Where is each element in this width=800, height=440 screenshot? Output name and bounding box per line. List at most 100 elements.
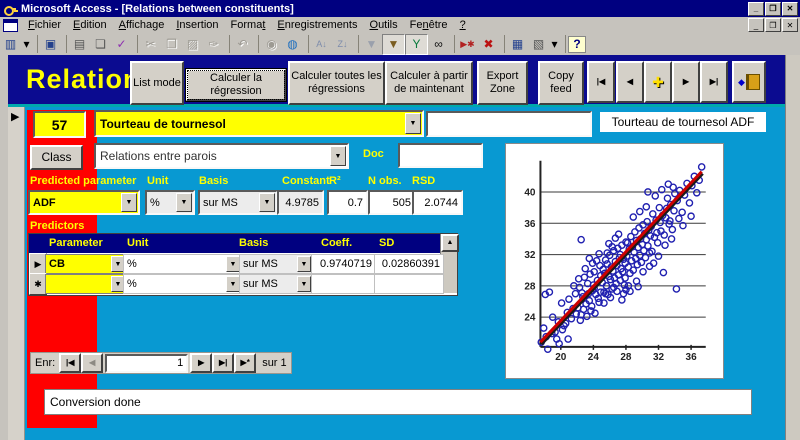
svg-text:28: 28: [620, 352, 632, 363]
mdi-minimize-button[interactable]: _: [748, 18, 764, 32]
doc-field[interactable]: [398, 143, 483, 168]
undo-button: ↶: [232, 35, 253, 54]
empty-text-field[interactable]: [426, 111, 592, 137]
export-zone-button[interactable]: Export Zone: [477, 61, 528, 105]
last-record-button[interactable]: ▶|: [700, 61, 728, 103]
restore-button[interactable]: ❐: [765, 2, 781, 16]
minimize-button[interactable]: _: [748, 2, 764, 16]
predictor-unit-combobox[interactable]: % ▼: [123, 254, 242, 274]
scrollbar-up-icon[interactable]: ▲: [441, 234, 459, 252]
predicted-basis-dropdown-icon[interactable]: ▼: [259, 193, 275, 212]
sort-asc-button[interactable]: A↓: [311, 35, 332, 54]
predicted-unit-dropdown-icon[interactable]: ▼: [176, 193, 192, 212]
rsd-field[interactable]: 2.0744: [412, 190, 463, 215]
print-button[interactable]: ▤: [69, 35, 90, 54]
feed-dropdown-icon[interactable]: ▼: [405, 113, 421, 134]
predicted-parameter-combobox[interactable]: ADF ▼: [28, 190, 140, 215]
menu-fichier[interactable]: Fichier: [22, 18, 67, 32]
print-preview-button[interactable]: ❏: [90, 35, 111, 54]
predictor-unit-dropdown-icon[interactable]: ▼: [226, 276, 240, 292]
relation-type-dropdown-icon[interactable]: ▼: [330, 146, 346, 166]
predictor-coeff-field[interactable]: [311, 274, 376, 294]
menu-outils[interactable]: Outils: [364, 18, 404, 32]
menu-enregistrements[interactable]: Enregistrements: [271, 18, 363, 32]
close-button[interactable]: ✕: [782, 2, 798, 16]
sort-desc-button[interactable]: Z↓: [332, 35, 353, 54]
form-system-icon[interactable]: [3, 19, 18, 32]
new-object-dropdown[interactable]: ▾: [549, 35, 560, 54]
predictor-sd-field[interactable]: 0.02860391: [374, 254, 444, 274]
recnav-next-button[interactable]: ▶: [190, 353, 212, 373]
find-button[interactable]: ∞: [428, 35, 449, 54]
save-button[interactable]: ▣: [40, 35, 61, 54]
menu-fentre[interactable]: Fenêtre: [404, 18, 454, 32]
nobs-field[interactable]: 505: [368, 190, 416, 215]
filter-by-form-button[interactable]: ▼: [382, 34, 405, 55]
calc-all-regressions-button[interactable]: Calculer toutes les régressions: [288, 61, 385, 105]
predictor-basis-combobox[interactable]: sur MS ▼: [239, 274, 313, 294]
recnav-current-record-input[interactable]: 1: [105, 354, 188, 373]
predictor-parameter-combobox[interactable]: CB ▼: [45, 254, 127, 274]
predictor-unit-combobox[interactable]: % ▼: [123, 274, 242, 294]
filter-by-selection-button[interactable]: ▼: [361, 35, 382, 54]
vertical-scrollbar[interactable]: [785, 55, 800, 440]
doc-label: Doc: [363, 148, 384, 160]
recnav-last-button[interactable]: ▶|: [212, 353, 234, 373]
apply-filter-button[interactable]: Y: [405, 34, 428, 55]
menu-format[interactable]: Format: [225, 18, 272, 32]
class-button[interactable]: Class: [30, 145, 83, 170]
new-record-header-button[interactable]: ✚: [644, 61, 672, 103]
menu-bar: FichierEditionAffichageInsertionFormatEn…: [0, 17, 800, 34]
r2-field[interactable]: 0.7: [327, 190, 368, 215]
recnav-first-button[interactable]: |◀: [59, 353, 81, 373]
menu-insertion[interactable]: Insertion: [170, 18, 224, 32]
spelling-button[interactable]: ✓: [111, 35, 132, 54]
calc-from-now-button[interactable]: Calculer à partir de maintenant: [385, 61, 473, 105]
predictor-basis-combobox[interactable]: sur MS ▼: [239, 254, 313, 274]
web-toolbar-button[interactable]: ◍: [282, 35, 303, 54]
predicted-parameter-dropdown-icon[interactable]: ▼: [121, 193, 137, 212]
delete-record-button[interactable]: ✖: [478, 35, 499, 54]
constant-label: Constant: [282, 175, 330, 187]
mdi-close-button[interactable]: ✕: [782, 18, 798, 32]
record-id-field[interactable]: 57: [33, 111, 86, 138]
new-object-button[interactable]: ▧: [528, 35, 549, 54]
exit-button[interactable]: ◆: [732, 61, 766, 103]
feed-combobox[interactable]: Tourteau de tournesol ▼: [94, 110, 424, 137]
next-record-button[interactable]: ▶: [672, 61, 700, 103]
menu-?[interactable]: ?: [454, 18, 472, 32]
relation-type-combobox[interactable]: Relations entre parois ▼: [94, 143, 349, 169]
previous-record-button[interactable]: ◀: [616, 61, 644, 103]
unit-label: Unit: [147, 175, 168, 187]
relation-name-box: Tourteau de tournesol ADF: [600, 112, 766, 132]
calc-regression-button[interactable]: Calculer la régression: [186, 69, 286, 101]
predictor-coeff-field[interactable]: 0.9740719: [311, 254, 376, 274]
predictor-unit-dropdown-icon[interactable]: ▼: [226, 256, 240, 272]
constant-field[interactable]: 4.9785: [277, 190, 324, 215]
predictor-basis-dropdown-icon[interactable]: ▼: [297, 256, 311, 272]
predicted-unit-combobox[interactable]: % ▼: [145, 190, 195, 215]
list-mode-button[interactable]: List mode: [130, 61, 184, 105]
recnav-new-button[interactable]: ▶*: [234, 353, 256, 373]
predictor-sd-field[interactable]: [374, 274, 444, 294]
mdi-restore-button[interactable]: ❐: [765, 18, 781, 32]
menu-affichage[interactable]: Affichage: [113, 18, 171, 32]
view-dropdown[interactable]: ▾: [21, 35, 32, 54]
menu-edition[interactable]: Edition: [67, 18, 113, 32]
database-window-button[interactable]: ▦: [507, 35, 528, 54]
predicted-basis-combobox[interactable]: sur MS ▼: [198, 190, 278, 215]
predictor-parameter-combobox[interactable]: ▼: [45, 274, 127, 294]
copy-feed-button[interactable]: Copy feed: [538, 61, 584, 105]
first-record-button[interactable]: |◀: [587, 61, 615, 103]
mdi-window-controls: _ ❐ ✕: [748, 18, 800, 32]
recnav-previous-button[interactable]: ◀: [81, 353, 103, 373]
view-button[interactable]: ▥: [0, 35, 21, 54]
toolbar-separator: [450, 35, 455, 53]
new-record-button[interactable]: ▶✱: [457, 35, 478, 54]
insert-hyperlink-button: ◉: [261, 35, 282, 54]
rsd-label: RSD: [412, 175, 435, 187]
help-button[interactable]: ?: [568, 36, 586, 53]
table-row: ✱ ▼ % ▼ sur MS ▼: [29, 273, 440, 293]
predictor-basis-dropdown-icon[interactable]: ▼: [297, 276, 311, 292]
record-selector-bar[interactable]: [8, 107, 25, 440]
